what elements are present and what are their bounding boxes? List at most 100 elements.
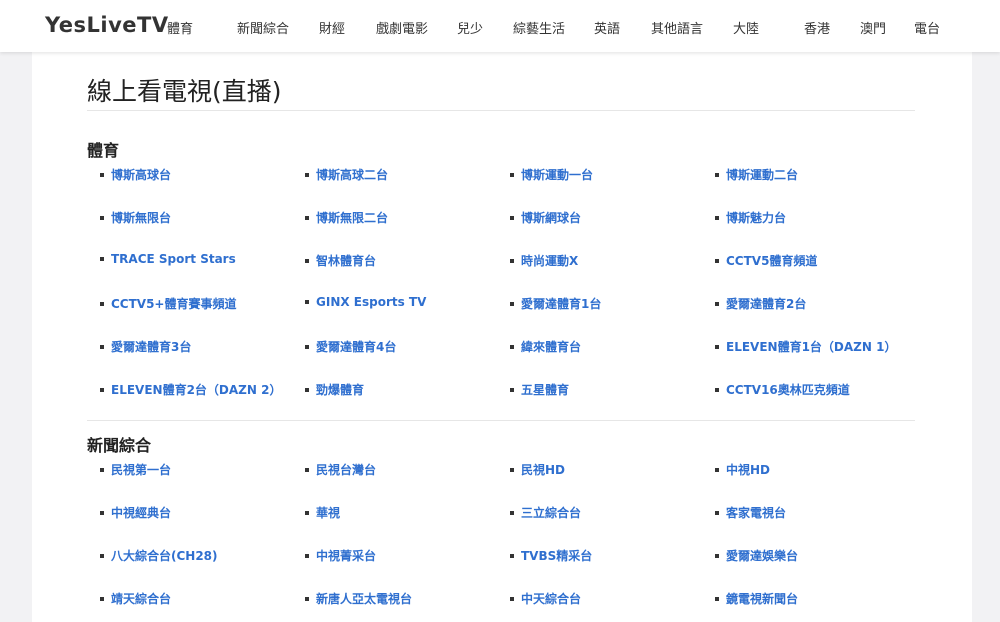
channel-label: 愛爾達娛樂台 bbox=[726, 549, 799, 563]
main-content: 線上看電視(直播) 體育 博斯高球台 博斯高球二台 博斯運動一台 博斯運動二台 博斯無限… bbox=[32, 52, 972, 622]
nav-item-6[interactable]: 英語 bbox=[594, 18, 620, 37]
channel-label: ELEVEN體育2台（DAZN 2） bbox=[111, 383, 282, 397]
bullet-icon bbox=[100, 387, 104, 392]
channel-label: 勁爆體育 bbox=[316, 383, 365, 397]
channel-link[interactable]: TVBS精采台 bbox=[510, 547, 592, 564]
channel-label: 博斯無限台 bbox=[111, 211, 172, 225]
channel-link[interactable]: 中視菁采台 bbox=[305, 547, 376, 564]
bullet-icon bbox=[510, 553, 514, 558]
channel-link[interactable]: 新唐人亞太電視台 bbox=[305, 590, 412, 607]
channel-link[interactable]: 博斯無限台 bbox=[100, 209, 171, 226]
channel-link[interactable]: 博斯魅力台 bbox=[715, 209, 786, 226]
channel-link[interactable]: 博斯高球二台 bbox=[305, 166, 388, 183]
channel-label: CCTV5+體育賽事頻道 bbox=[111, 297, 237, 311]
bullet-icon bbox=[305, 387, 309, 392]
channel-label: 緯來體育台 bbox=[521, 340, 582, 354]
top-navigation-bar: YesLiveTV 體育 新聞綜合 財經 戲劇電影 兒少 綜藝生活 英語 其他語言 大陸 香港 澳門… bbox=[0, 0, 1000, 52]
site-logo[interactable]: YesLiveTV bbox=[45, 13, 169, 37]
channel-link[interactable]: 中天綜合台 bbox=[510, 590, 581, 607]
channel-link[interactable]: ELEVEN體育2台（DAZN 2） bbox=[100, 381, 281, 398]
nav-item-0[interactable]: 體育 bbox=[167, 18, 193, 37]
bullet-icon bbox=[305, 596, 309, 601]
channel-link[interactable]: 鏡電視新聞台 bbox=[715, 590, 798, 607]
bullet-icon bbox=[305, 553, 309, 558]
channel-link[interactable]: TRACE Sport Stars bbox=[100, 252, 236, 266]
channel-link[interactable]: GINX Esports TV bbox=[305, 295, 426, 309]
section-divider bbox=[87, 420, 915, 421]
channel-label: 中視經典台 bbox=[111, 506, 172, 520]
bullet-icon bbox=[510, 467, 514, 472]
bullet-icon bbox=[715, 387, 719, 392]
channel-link[interactable]: CCTV5+體育賽事頻道 bbox=[100, 295, 237, 312]
channel-link[interactable]: 中視HD bbox=[715, 461, 770, 478]
bullet-icon bbox=[100, 172, 104, 177]
bullet-icon bbox=[510, 387, 514, 392]
channel-label: 三立綜合台 bbox=[521, 506, 582, 520]
bullet-icon bbox=[100, 553, 104, 558]
channel-link[interactable]: 博斯無限二台 bbox=[305, 209, 388, 226]
channel-link[interactable]: 五星體育 bbox=[510, 381, 569, 398]
channel-label: 時尚運動X bbox=[521, 254, 579, 268]
channel-label: 博斯高球二台 bbox=[316, 168, 389, 182]
bullet-icon bbox=[100, 510, 104, 515]
bullet-icon bbox=[510, 172, 514, 177]
nav-item-7[interactable]: 其他語言 bbox=[651, 18, 703, 37]
channel-link[interactable]: 民視台灣台 bbox=[305, 461, 376, 478]
nav-item-8[interactable]: 大陸 bbox=[733, 18, 759, 37]
channel-link[interactable]: CCTV5體育頻道 bbox=[715, 252, 817, 269]
channel-label: 中視HD bbox=[726, 463, 771, 477]
bullet-icon bbox=[715, 172, 719, 177]
bullet-icon bbox=[715, 596, 719, 601]
bullet-icon bbox=[305, 300, 309, 304]
nav-item-3[interactable]: 戲劇電影 bbox=[376, 18, 428, 37]
channel-link[interactable]: 緯來體育台 bbox=[510, 338, 581, 355]
channel-label: 博斯無限二台 bbox=[316, 211, 389, 225]
nav-item-2[interactable]: 財經 bbox=[319, 18, 345, 37]
channel-label: 愛爾達體育2台 bbox=[726, 297, 807, 311]
channel-link[interactable]: CCTV16奧林匹克頻道 bbox=[715, 381, 850, 398]
bullet-icon bbox=[510, 258, 514, 263]
channel-link[interactable]: 客家電視台 bbox=[715, 504, 786, 521]
channel-link[interactable]: 民視第一台 bbox=[100, 461, 171, 478]
channel-link[interactable]: 勁爆體育 bbox=[305, 381, 364, 398]
nav-item-5[interactable]: 綜藝生活 bbox=[513, 18, 565, 37]
channel-link[interactable]: 時尚運動X bbox=[510, 252, 578, 269]
bullet-icon bbox=[715, 467, 719, 472]
channel-link[interactable]: 愛爾達體育2台 bbox=[715, 295, 806, 312]
nav-item-4[interactable]: 兒少 bbox=[457, 18, 483, 37]
bullet-icon bbox=[100, 596, 104, 601]
bullet-icon bbox=[510, 344, 514, 349]
bullet-icon bbox=[715, 553, 719, 558]
channel-link[interactable]: 中視經典台 bbox=[100, 504, 171, 521]
channel-link[interactable]: 三立綜合台 bbox=[510, 504, 581, 521]
channel-link[interactable]: 民視HD bbox=[510, 461, 565, 478]
channel-link[interactable]: 博斯運動二台 bbox=[715, 166, 798, 183]
nav-item-11[interactable]: 電台 bbox=[914, 18, 940, 37]
channel-link[interactable]: 愛爾達體育4台 bbox=[305, 338, 396, 355]
channel-link[interactable]: ELEVEN體育1台（DAZN 1） bbox=[715, 338, 896, 355]
nav-item-1[interactable]: 新聞綜合 bbox=[237, 18, 289, 37]
channel-link[interactable]: 愛爾達娛樂台 bbox=[715, 547, 798, 564]
channel-link[interactable]: 華視 bbox=[305, 504, 340, 521]
channel-link[interactable]: 博斯網球台 bbox=[510, 209, 581, 226]
channel-link[interactable]: 博斯運動一台 bbox=[510, 166, 593, 183]
bullet-icon bbox=[305, 467, 309, 472]
bullet-icon bbox=[305, 172, 309, 177]
channel-link[interactable]: 愛爾達體育3台 bbox=[100, 338, 191, 355]
channel-label: 靖天綜合台 bbox=[111, 592, 172, 606]
channel-link[interactable]: 愛爾達體育1台 bbox=[510, 295, 601, 312]
channel-label: CCTV16奧林匹克頻道 bbox=[726, 383, 850, 397]
channel-link[interactable]: 靖天綜合台 bbox=[100, 590, 171, 607]
channel-label: 鏡電視新聞台 bbox=[726, 592, 799, 606]
channel-link[interactable]: 八大綜合台(CH28) bbox=[100, 547, 218, 564]
channel-link[interactable]: 智林體育台 bbox=[305, 252, 376, 269]
nav-item-9[interactable]: 香港 bbox=[804, 18, 830, 37]
bullet-icon bbox=[510, 596, 514, 601]
title-divider bbox=[87, 110, 915, 111]
channel-link[interactable]: 博斯高球台 bbox=[100, 166, 171, 183]
channel-label: 華視 bbox=[316, 506, 341, 520]
bullet-icon bbox=[715, 258, 719, 263]
bullet-icon bbox=[510, 510, 514, 515]
channel-label: 中天綜合台 bbox=[521, 592, 582, 606]
nav-item-10[interactable]: 澳門 bbox=[860, 18, 886, 37]
